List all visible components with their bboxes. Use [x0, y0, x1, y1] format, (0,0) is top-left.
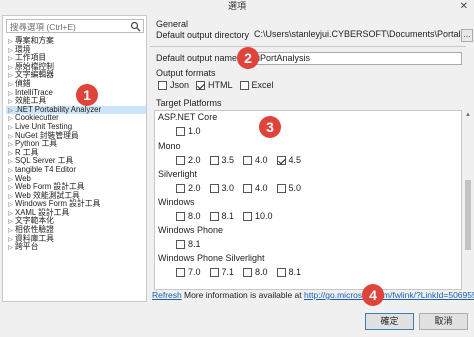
format-checkbox[interactable] [239, 80, 249, 90]
platform-versions: 7.0 7.1 8.0 8.1 [176, 267, 310, 277]
version-label: 2.0 [188, 155, 201, 165]
marker-4: 4 [362, 284, 384, 306]
info-text: More information is available at http://… [184, 290, 474, 300]
marker-3: 3 [259, 116, 281, 138]
version-label: 8.1 [188, 239, 201, 249]
divider [150, 46, 466, 47]
version-checkbox[interactable] [209, 267, 219, 277]
version-label: 7.1 [221, 267, 235, 277]
format-checkbox[interactable] [158, 80, 167, 90]
version-label: 8.1 [221, 211, 235, 221]
version-checkbox[interactable] [176, 211, 185, 221]
platform-versions: 2.0 3.5 4.0 4.5 [176, 155, 310, 165]
version-label: 4.0 [255, 155, 268, 165]
version-checkbox[interactable] [176, 239, 185, 249]
window-title: 選項 [227, 1, 246, 11]
version-checkbox[interactable] [176, 155, 185, 165]
version-checkbox[interactable] [276, 267, 286, 277]
version-label: 2.0 [188, 183, 201, 193]
marker-2: 2 [237, 47, 259, 69]
version-checkbox[interactable] [176, 183, 185, 193]
output-dir-label: Default output directory [156, 30, 250, 40]
output-name-field[interactable]: ApiPortAnalysis [244, 52, 462, 65]
scroll-up-icon[interactable]: ▲ [465, 112, 471, 118]
format-checkbox[interactable] [196, 80, 206, 90]
version-checkbox[interactable] [209, 183, 219, 193]
settings-pane: General Default output directory C:\User… [150, 13, 474, 303]
scroll-thumb[interactable] [465, 180, 471, 250]
general-header: General [156, 19, 189, 29]
version-checkbox[interactable] [276, 155, 286, 165]
version-checkbox[interactable] [276, 183, 286, 193]
info-label: More information is available at [184, 290, 302, 300]
info-row: Refresh More information is available at… [150, 289, 474, 303]
platform-name: Windows [158, 197, 195, 207]
title-bar: 選項 ✕ [0, 0, 474, 13]
search-input[interactable]: 搜尋選項 (Ctrl+E) [6, 19, 144, 33]
options-tree: ▷ 專案和方案 ▷ 環境 ▷ 工作項目 ▷ 原始檔控制 ▷ 文字編輯器 ▷ 偵錯 ▷ IntelliTra… [6, 36, 146, 253]
version-checkbox[interactable] [243, 211, 253, 221]
expand-arrow-icon[interactable]: ▷ [6, 244, 15, 253]
output-name-label: Default output name [156, 53, 238, 63]
format-label: Excel [251, 80, 274, 90]
tree-item-label: 跨平台 [15, 242, 39, 252]
tree-item[interactable]: ▷ 跨平台 [6, 242, 146, 253]
version-checkbox[interactable] [243, 267, 253, 277]
dialog-buttons: 確定 取消 [0, 305, 474, 337]
ok-button[interactable]: 確定 [365, 313, 414, 330]
version-label: 5.0 [288, 183, 302, 193]
target-platforms-header: Target Platforms [156, 98, 222, 108]
version-label: 8.0 [255, 267, 268, 277]
platform-name: Silverlight [158, 169, 198, 179]
version-label: 8.0 [188, 211, 201, 221]
version-label: 4.5 [288, 155, 302, 165]
search-placeholder: 搜尋選項 (Ctrl+E) [10, 22, 76, 32]
output-formats-header: Output formats [156, 68, 216, 78]
format-label: Json [170, 80, 190, 90]
cancel-button[interactable]: 取消 [419, 313, 468, 330]
output-dir-value: C:\Users\stanleyjui.CYBERSOFT\Documents\… [254, 29, 460, 39]
search-icon[interactable] [130, 21, 141, 32]
version-label: 3.5 [221, 155, 235, 165]
platform-name: Windows Phone Silverlight [158, 253, 265, 263]
format-label: HTML [208, 80, 233, 90]
marker-1: 1 [76, 84, 98, 106]
options-tree-pane: 搜尋選項 (Ctrl+E) ▷ 專案和方案 ▷ 環境 ▷ 工作項目 ▷ 原始檔控制 ▷ 文字編輯器… [2, 15, 147, 302]
browse-button[interactable]: ... [461, 29, 473, 42]
version-checkbox[interactable] [243, 155, 253, 165]
platforms-scrollbar[interactable]: ▲ [463, 110, 473, 290]
output-formats-row: Json HTML Excel [158, 80, 281, 90]
platform-name: Windows Phone [158, 225, 224, 235]
platform-versions: 1.0 [176, 126, 210, 136]
version-label: 10.0 [255, 211, 273, 221]
platform-name: Mono [158, 141, 181, 151]
version-checkbox[interactable] [209, 211, 219, 221]
info-link[interactable]: http://go.microsoft.com/fwlink/?LinkId=5… [304, 290, 474, 300]
version-label: 7.0 [188, 267, 201, 277]
close-icon[interactable]: ✕ [460, 0, 468, 13]
version-label: 4.0 [255, 183, 268, 193]
target-platforms-list: ASP.NET Core 1.0 Mono 2.0 3.5 4.0 4.5 Silverlig… [154, 110, 462, 290]
version-checkbox[interactable] [176, 126, 185, 136]
platform-versions: 8.0 8.1 10.0 [176, 211, 282, 221]
version-label: 1.0 [188, 126, 201, 136]
platform-versions: 8.1 [176, 239, 210, 249]
version-checkbox[interactable] [176, 267, 185, 277]
refresh-link[interactable]: Refresh [152, 290, 182, 300]
version-checkbox[interactable] [243, 183, 253, 193]
version-label: 3.0 [221, 183, 235, 193]
platform-versions: 2.0 3.0 4.0 5.0 [176, 183, 310, 193]
platform-name: ASP.NET Core [158, 112, 218, 122]
version-label: 8.1 [288, 267, 302, 277]
version-checkbox[interactable] [209, 155, 219, 165]
